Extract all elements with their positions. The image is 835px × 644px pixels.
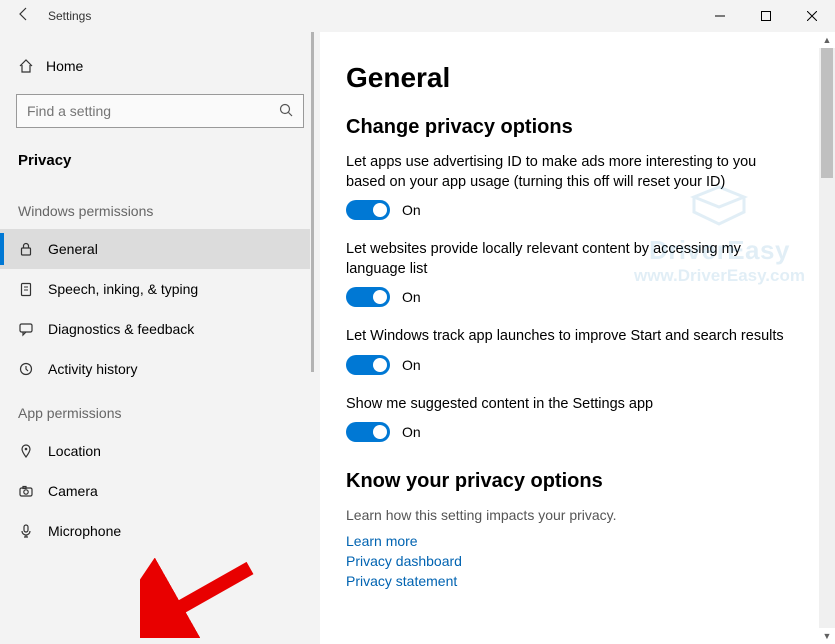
home-icon (18, 58, 46, 74)
option-language-list: Let websites provide locally relevant co… (346, 240, 786, 307)
scrollbar-thumb[interactable] (821, 48, 833, 178)
sidebar-item-label: Microphone (48, 523, 121, 539)
feedback-icon (18, 321, 48, 337)
sidebar-section-app-permissions: App permissions (0, 389, 320, 431)
sidebar-item-diagnostics-feedback[interactable]: Diagnostics & feedback (0, 309, 320, 349)
titlebar: Settings (0, 0, 835, 32)
search-icon (279, 103, 293, 120)
option-track-app-launches: Let Windows track app launches to improv… (346, 327, 786, 375)
sidebar-scrollbar[interactable] (310, 32, 320, 522)
lock-icon (18, 241, 48, 257)
link-privacy-dashboard[interactable]: Privacy dashboard (346, 553, 809, 569)
option-description: Let websites provide locally relevant co… (346, 240, 786, 279)
toggle-language-list[interactable] (346, 287, 390, 307)
option-suggested-content: Show me suggested content in the Setting… (346, 395, 786, 443)
sidebar-section-windows-permissions: Windows permissions (0, 187, 320, 229)
minimize-button[interactable] (697, 0, 743, 32)
sidebar-item-activity-history[interactable]: Activity history (0, 349, 320, 389)
section-heading: Change privacy options (346, 116, 809, 139)
toggle-suggested-content[interactable] (346, 422, 390, 442)
window-title: Settings (48, 9, 91, 23)
toggle-track-app-launches[interactable] (346, 355, 390, 375)
toggle-state-label: On (402, 424, 421, 440)
search-input[interactable] (27, 103, 279, 119)
sidebar-item-location[interactable]: Location (0, 431, 320, 471)
sidebar-category-header: Privacy (0, 142, 320, 187)
close-button[interactable] (789, 0, 835, 32)
camera-icon (18, 483, 48, 499)
sidebar-scrollbar-thumb[interactable] (311, 32, 314, 372)
sidebar-item-camera[interactable]: Camera (0, 471, 320, 511)
microphone-icon (18, 523, 48, 539)
toggle-state-label: On (402, 357, 421, 373)
scrollbar-arrow-down-icon[interactable]: ▼ (819, 628, 835, 644)
toggle-state-label: On (402, 289, 421, 305)
sidebar-item-general[interactable]: General (0, 229, 320, 269)
option-description: Let apps use advertising ID to make ads … (346, 153, 786, 192)
sidebar-item-label: General (48, 241, 98, 257)
clipboard-icon (18, 281, 48, 297)
sidebar-item-label: Diagnostics & feedback (48, 321, 194, 337)
home-label: Home (46, 58, 83, 74)
section-heading-know: Know your privacy options (346, 470, 809, 493)
link-privacy-statement[interactable]: Privacy statement (346, 573, 809, 589)
option-advertising-id: Let apps use advertising ID to make ads … (346, 153, 786, 220)
page-title: General (346, 62, 809, 94)
search-box[interactable] (16, 94, 304, 128)
sidebar-item-microphone[interactable]: Microphone (0, 511, 320, 551)
history-icon (18, 361, 48, 377)
link-learn-more[interactable]: Learn more (346, 533, 809, 549)
option-description: Show me suggested content in the Setting… (346, 395, 786, 415)
toggle-advertising-id[interactable] (346, 200, 390, 220)
sidebar-item-label: Camera (48, 483, 98, 499)
location-icon (18, 443, 48, 459)
know-description: Learn how this setting impacts your priv… (346, 507, 809, 523)
back-button[interactable] (0, 6, 48, 27)
sidebar-item-label: Activity history (48, 361, 137, 377)
sidebar-item-label: Location (48, 443, 101, 459)
sidebar: Home Privacy Windows permissions General (0, 32, 320, 644)
sidebar-item-speech-inking-typing[interactable]: Speech, inking, & typing (0, 269, 320, 309)
main-content: General Change privacy options Let apps … (320, 32, 835, 644)
sidebar-item-label: Speech, inking, & typing (48, 281, 198, 297)
option-description: Let Windows track app launches to improv… (346, 327, 786, 347)
maximize-button[interactable] (743, 0, 789, 32)
scrollbar-arrow-up-icon[interactable]: ▲ (819, 32, 835, 48)
main-scrollbar[interactable]: ▲ ▼ (819, 32, 835, 644)
toggle-state-label: On (402, 202, 421, 218)
home-button[interactable]: Home (0, 48, 320, 84)
